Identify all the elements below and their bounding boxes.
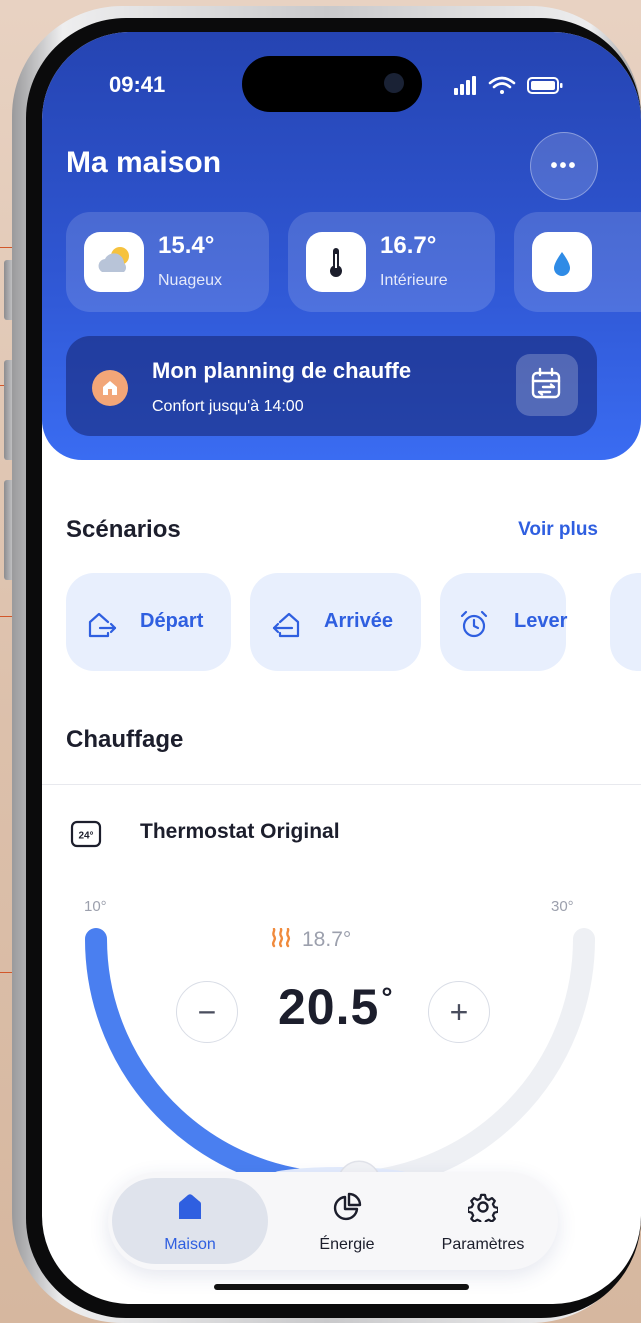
scenario-arrivee-label: Arrivée (324, 610, 393, 632)
thermometer-icon (306, 232, 366, 292)
thermostat-device-icon: 24° (70, 818, 102, 850)
arrive-home-icon (272, 612, 300, 638)
tab-parametres[interactable]: Paramètres (418, 1178, 548, 1264)
tab-maison[interactable]: Maison (112, 1178, 268, 1264)
tab-maison-label: Maison (164, 1236, 216, 1253)
heating-schedule-card[interactable]: Mon planning de chauffe Confort jusqu'à … (66, 336, 597, 436)
home-indicator (214, 1284, 469, 1290)
scenario-depart[interactable]: Départ (66, 573, 231, 671)
decrease-temp-button[interactable]: − (176, 981, 238, 1043)
scenario-lever-label: Lever (514, 610, 568, 632)
calendar-swap-button[interactable] (516, 354, 578, 416)
scenarios-heading: Scénarios (66, 516, 181, 543)
outdoor-condition: Nuageux (158, 272, 223, 289)
section-divider (42, 784, 641, 785)
weather-card-outdoor[interactable]: 15.4° Nuageux (66, 212, 269, 312)
tab-energie[interactable]: Énergie (282, 1178, 412, 1264)
more-dots-icon: ••• (550, 155, 578, 177)
thermostat-badge-text: 24° (78, 831, 93, 842)
indoor-label: Intérieure (380, 272, 448, 289)
water-drop-icon (532, 232, 592, 292)
pie-chart-icon (333, 1192, 362, 1221)
status-time: 09:41 (109, 72, 166, 97)
bottom-tab-bar: Maison Énergie Paramètres (108, 1172, 558, 1270)
setpoint-unit: ° (381, 982, 394, 1013)
alarm-clock-icon (460, 610, 488, 638)
status-icons (454, 76, 563, 95)
see-more-link[interactable]: Voir plus (518, 519, 598, 541)
plus-icon: + (449, 994, 469, 1030)
setpoint-temperature: 20.5° (278, 978, 394, 1036)
weather-card-indoor[interactable]: 16.7° Intérieure (288, 212, 495, 312)
scenario-next-partial[interactable] (610, 573, 641, 671)
wifi-icon (488, 76, 516, 94)
gear-icon (468, 1193, 498, 1222)
home-icon (179, 1194, 201, 1219)
increase-temp-button[interactable]: + (428, 981, 490, 1043)
calendar-swap-icon (531, 367, 561, 399)
minus-icon: − (197, 994, 217, 1030)
dial-track (85, 928, 595, 1194)
heating-heading: Chauffage (66, 726, 184, 753)
leave-home-icon (88, 612, 117, 638)
heat-waves-icon (271, 927, 291, 948)
dial-fill (85, 928, 371, 1194)
tab-energie-label: Énergie (319, 1236, 375, 1253)
cellular-signal-icon (454, 76, 476, 95)
cloud-sun-icon (84, 232, 144, 292)
camera-dot (384, 73, 404, 93)
thermostat-name: Thermostat Original (140, 820, 340, 843)
setpoint-value: 20.5 (278, 979, 380, 1035)
scenario-depart-label: Départ (140, 610, 204, 632)
page-title: Ma maison (66, 146, 222, 179)
battery-icon (527, 77, 563, 94)
scenario-arrivee[interactable]: Arrivée (250, 573, 421, 671)
schedule-title: Mon planning de chauffe (152, 358, 412, 383)
weather-card-humidity[interactable] (514, 212, 641, 312)
current-temperature: 18.7° (270, 927, 352, 952)
more-options-button[interactable]: ••• (530, 132, 598, 200)
indoor-temp: 16.7° (380, 232, 437, 259)
current-temperature-value: 18.7° (302, 928, 352, 951)
schedule-subtitle: Confort jusqu'à 14:00 (152, 398, 304, 415)
app-screen: 09:41 Ma maison ••• 15.4° Nuageux 16.7° … (42, 32, 641, 1304)
scenario-lever[interactable]: Lever (440, 573, 568, 671)
tab-parametres-label: Paramètres (441, 1236, 525, 1253)
outdoor-temp: 15.4° (158, 232, 215, 259)
home-badge-icon (92, 370, 128, 406)
